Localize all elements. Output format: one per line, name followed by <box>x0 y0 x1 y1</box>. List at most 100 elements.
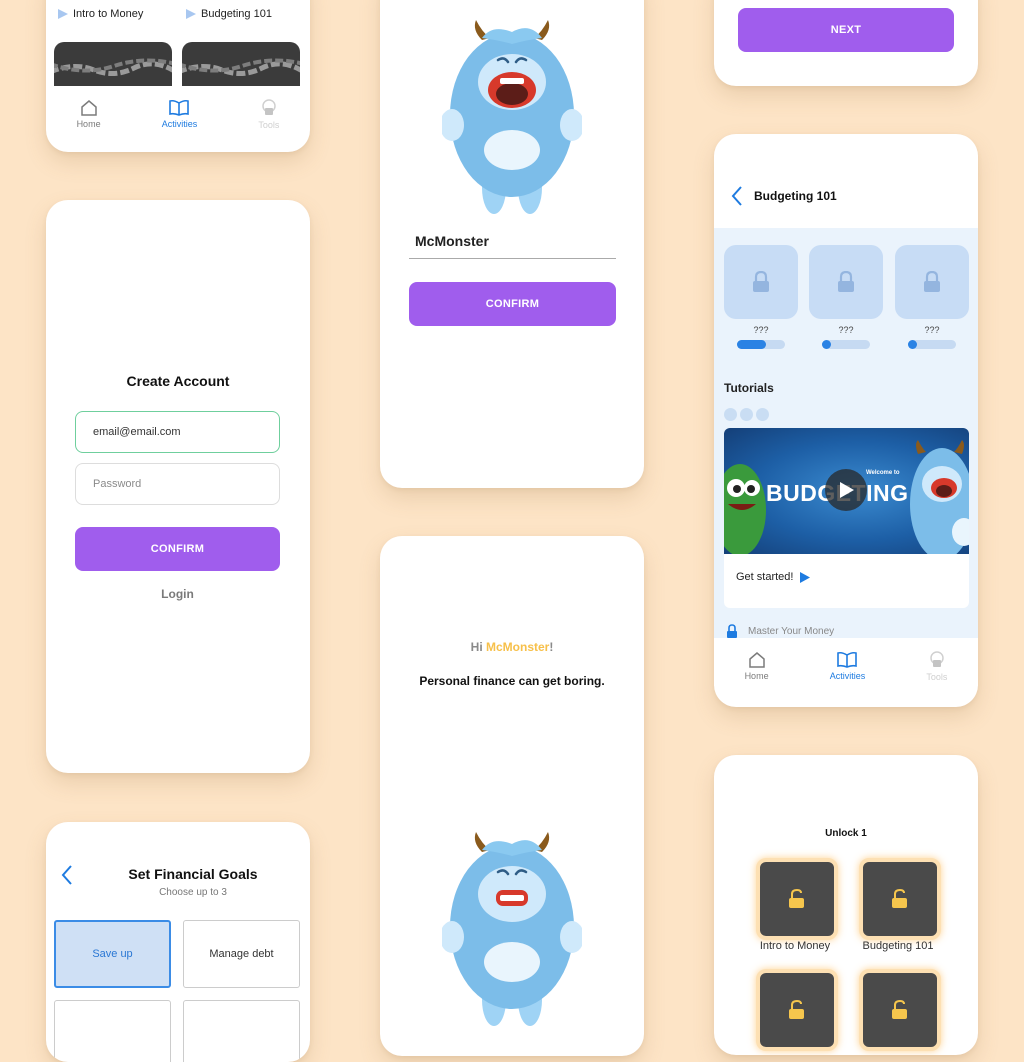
next-button[interactable]: NEXT <box>738 8 954 52</box>
play-button[interactable] <box>825 469 867 511</box>
budgeting-screen: Budgeting 101 ??? ??? ??? Tutorials Welc… <box>714 134 978 707</box>
unlockable-course-card[interactable] <box>756 858 838 940</box>
goal-option-manage-debt[interactable]: Manage debt <box>183 920 300 988</box>
play-triangle-icon <box>186 9 196 19</box>
greeting-name: McMonster <box>486 640 550 654</box>
blue-monster-illustration <box>910 440 969 554</box>
video-welcome-text: Welcome to <box>866 470 900 476</box>
progress-fill <box>822 340 831 349</box>
greeting: Hi McMonster! <box>380 640 644 654</box>
page-title: Unlock 1 <box>825 828 867 839</box>
play-triangle-icon <box>58 9 68 19</box>
lock-icon <box>924 271 940 292</box>
green-monster-illustration <box>724 464 766 554</box>
play-icon <box>840 482 854 498</box>
greeting-prefix: Hi <box>470 640 486 654</box>
nav-label: Activities <box>161 119 198 129</box>
get-started-link[interactable]: Get started! <box>736 571 811 583</box>
carousel-dot[interactable] <box>740 408 753 421</box>
carousel-dot[interactable] <box>724 408 737 421</box>
get-started-label: Get started! <box>736 571 794 583</box>
bottom-nav: Home Activities Tools <box>714 646 978 686</box>
book-icon <box>169 99 190 116</box>
unlockable-course-card[interactable] <box>756 969 838 1051</box>
bottom-nav: Home Activities Tools <box>46 94 310 134</box>
nav-home[interactable]: Home <box>77 99 101 129</box>
locked-lesson-tile[interactable] <box>809 245 883 319</box>
lesson-progress-bar <box>822 340 870 349</box>
next-screen: NEXT <box>714 0 978 86</box>
page-subtitle: Choose up to 3 <box>159 887 227 898</box>
nav-activities[interactable]: Activities <box>161 99 198 129</box>
course-tab-intro[interactable]: Intro to Money <box>58 8 143 20</box>
section-title: Master Your Money <box>748 625 835 637</box>
chain-icon <box>54 58 172 76</box>
lesson-label: ??? <box>838 325 854 335</box>
progress-fill <box>908 340 917 349</box>
home-icon <box>80 100 97 116</box>
nav-label: Tools <box>926 671 948 682</box>
greeting-suffix: ! <box>549 640 554 654</box>
unlockable-course-card[interactable] <box>859 969 941 1051</box>
locked-lesson-tile[interactable] <box>895 245 969 319</box>
carousel-dots <box>724 408 769 421</box>
play-triangle-icon <box>800 571 811 583</box>
course-title: Intro to Money <box>759 940 831 952</box>
course-title: Budgeting 101 <box>201 8 272 20</box>
lesson-progress-bar <box>908 340 956 349</box>
locked-course-card[interactable] <box>54 42 172 86</box>
locked-course-card[interactable] <box>182 42 300 86</box>
lock-icon <box>727 624 737 638</box>
lock-icon <box>753 271 769 292</box>
nav-home[interactable]: Home <box>745 651 769 681</box>
courses-screen-top: Intro to Money Budgeting 101 Home Activi… <box>46 0 310 152</box>
content-area: ??? ??? ??? Tutorials Welcome to BUDGETI… <box>714 228 978 638</box>
nav-tools: Tools <box>258 98 280 130</box>
page-title: Create Account <box>126 373 230 389</box>
unlockable-course-card[interactable] <box>859 858 941 940</box>
goal-option[interactable] <box>54 1000 171 1062</box>
section-heading: Tutorials <box>724 381 774 395</box>
back-chevron-icon[interactable] <box>60 864 74 886</box>
course-title: Intro to Money <box>73 8 144 20</box>
email-field[interactable]: email@email.com <box>75 411 280 453</box>
book-icon <box>837 651 858 668</box>
unlock-icon <box>789 889 804 908</box>
login-link[interactable]: Login <box>75 587 280 601</box>
unlock-icon <box>892 1000 907 1019</box>
nav-label: Activities <box>829 671 866 681</box>
tutorial-card[interactable]: Welcome to BUDGETING Get started! <box>724 428 969 608</box>
monster-name-input[interactable]: McMonster <box>409 233 616 259</box>
locked-tools-icon <box>930 650 944 667</box>
unlock-screen: Unlock 1 Intro to Money Budgeting 101 <box>714 755 978 1055</box>
nav-label: Home <box>76 119 101 129</box>
lesson-label: ??? <box>924 325 940 335</box>
confirm-button[interactable]: CONFIRM <box>409 282 616 326</box>
nav-label: Tools <box>258 119 280 130</box>
locked-lesson-tile[interactable] <box>724 245 798 319</box>
monster-illustration <box>442 832 582 1026</box>
back-chevron-icon[interactable] <box>730 185 744 207</box>
course-title: Budgeting 101 <box>862 940 934 952</box>
monster-illustration <box>442 20 582 214</box>
carousel-dot[interactable] <box>756 408 769 421</box>
password-field[interactable]: Password <box>75 463 280 505</box>
nav-activities[interactable]: Activities <box>829 651 866 681</box>
video-thumbnail[interactable]: Welcome to BUDGETING <box>724 428 969 554</box>
goal-option[interactable] <box>183 1000 300 1062</box>
goal-option-save-up[interactable]: Save up <box>54 920 171 988</box>
page-title: Set Financial Goals <box>128 866 258 882</box>
intro-message: Personal finance can get boring. <box>419 674 605 688</box>
nav-label: Home <box>744 671 769 681</box>
confirm-button[interactable]: CONFIRM <box>75 527 280 571</box>
nav-tools: Tools <box>926 650 948 682</box>
locked-tools-icon <box>262 98 276 115</box>
unlock-icon <box>789 1000 804 1019</box>
name-monster-screen: McMonster CONFIRM <box>380 0 644 488</box>
course-tab-budgeting[interactable]: Budgeting 101 <box>186 8 272 20</box>
greeting-screen: Hi McMonster! Personal finance can get b… <box>380 536 644 1056</box>
chain-icon <box>182 58 300 76</box>
progress-fill <box>737 340 766 349</box>
lock-icon <box>838 271 854 292</box>
home-icon <box>748 652 765 668</box>
